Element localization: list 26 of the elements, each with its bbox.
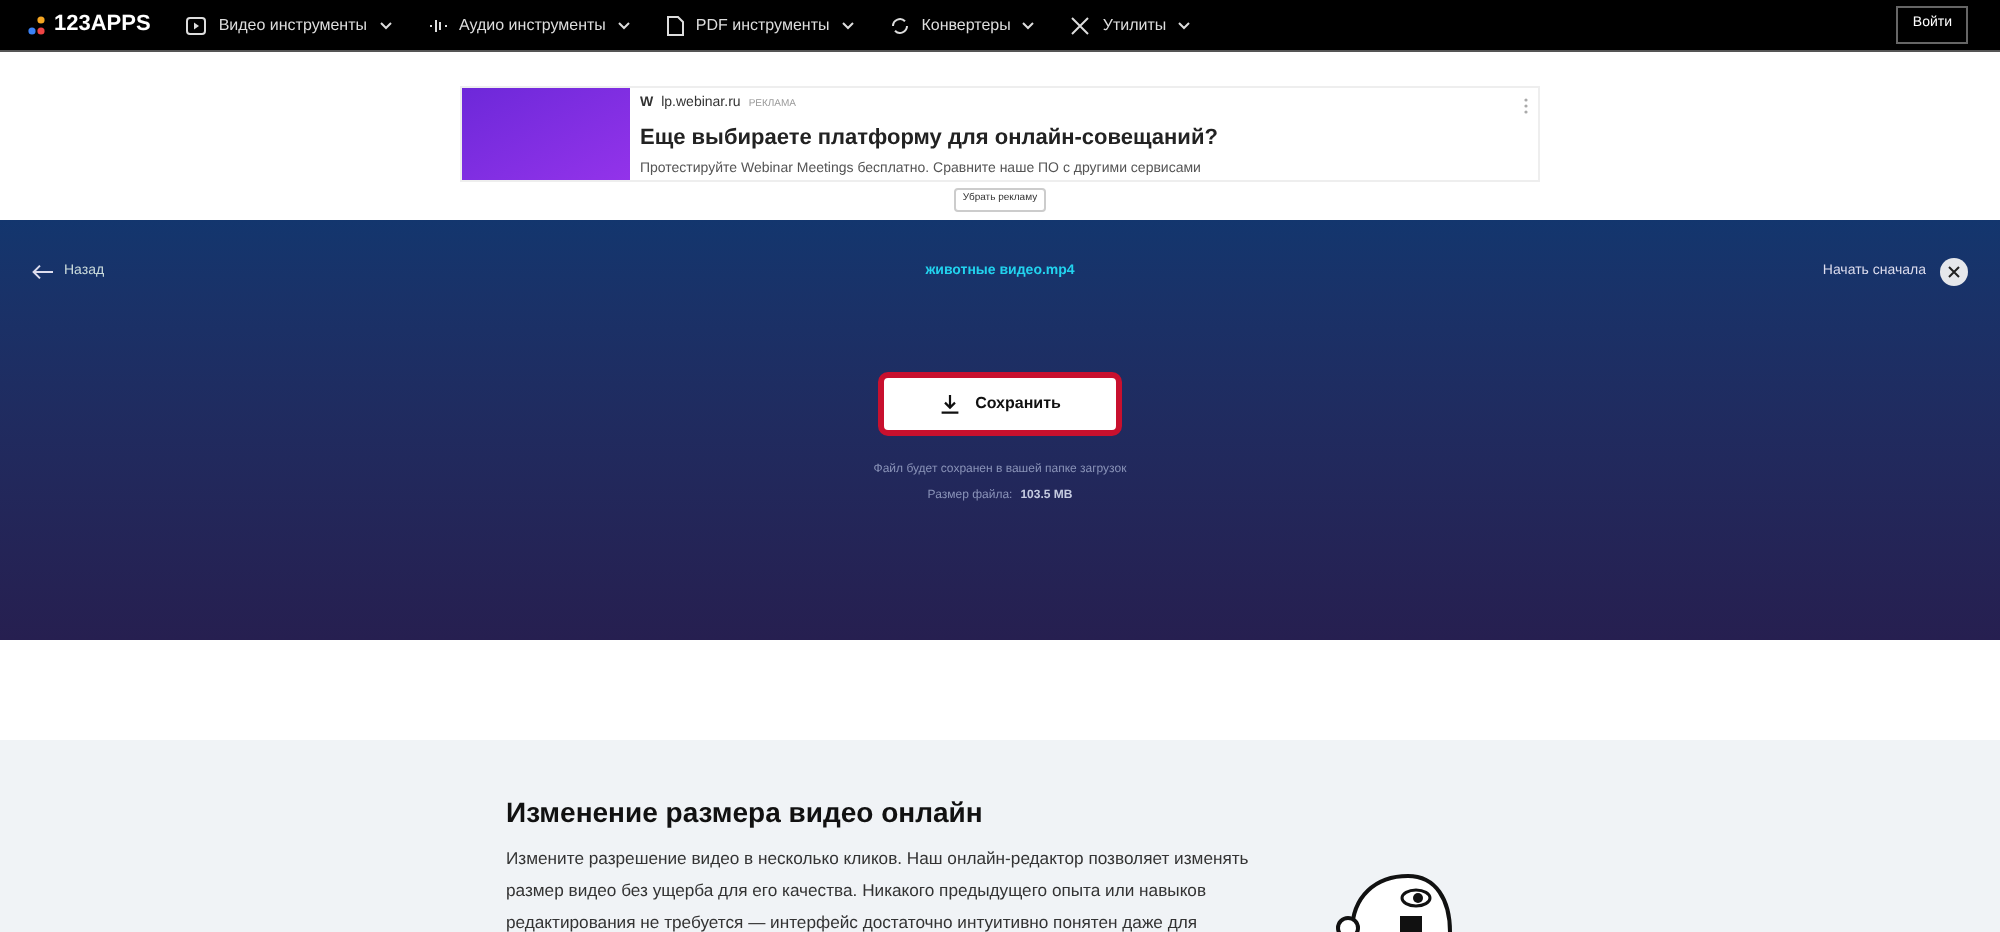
chevron-down-icon bbox=[1178, 21, 1191, 29]
article-heading: Изменение размера видео онлайн bbox=[506, 794, 983, 832]
chevron-down-icon bbox=[379, 21, 392, 29]
nav-menu-item[interactable]: Конвертеры bbox=[889, 13, 1035, 37]
nav-menu-item[interactable]: Аудио инструменты bbox=[427, 13, 630, 37]
save-button[interactable]: Сохранить bbox=[878, 372, 1122, 436]
play-icon bbox=[186, 15, 207, 35]
logo-icon bbox=[28, 15, 46, 35]
logo-text[interactable]: 123APPS bbox=[54, 8, 151, 42]
nav-menu-item[interactable]: PDF инструменты bbox=[665, 13, 854, 37]
article-paragraph: Измените разрешение видео в несколько кликов. Наш онлайн-редактор позволяет изменять размер видео без ущерба для его качества. Никакого предыдущего опыта или навыков редактирования не требуется — интерфейс достаточно интуитивно понятен даже для bbox=[506, 846, 1251, 932]
refresh-icon bbox=[889, 15, 910, 35]
chevron-down-icon bbox=[841, 21, 854, 29]
arrow-left-icon bbox=[32, 264, 54, 280]
nav-menu-item[interactable]: Видео инструменты bbox=[186, 13, 392, 37]
nav-menu-item[interactable]: Утилиты bbox=[1070, 13, 1191, 37]
tools-icon bbox=[1070, 15, 1091, 35]
chevron-down-icon bbox=[1022, 21, 1035, 29]
close-icon bbox=[1948, 266, 1960, 278]
download-icon bbox=[939, 394, 960, 414]
document-icon bbox=[665, 15, 684, 35]
character-drawing bbox=[1336, 872, 1452, 932]
waveform-icon bbox=[427, 15, 448, 35]
chevron-down-icon bbox=[617, 21, 630, 29]
ad-title[interactable]: Еще выбираете платформу для онлайн-совещаний? bbox=[640, 121, 1218, 154]
close-button[interactable] bbox=[1940, 258, 1968, 286]
